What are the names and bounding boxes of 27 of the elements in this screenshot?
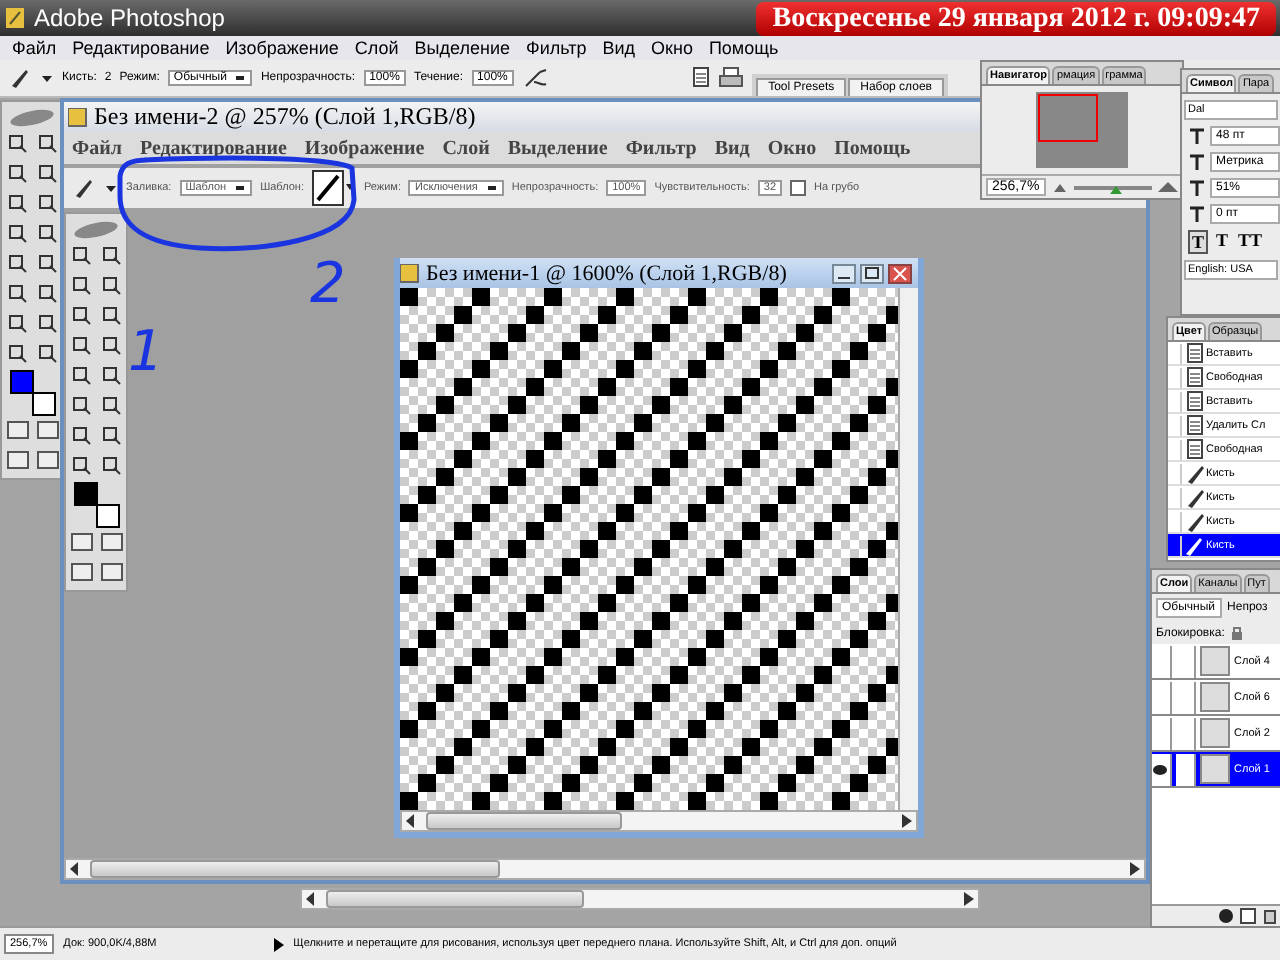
- window-title: Adobe Photoshop: [34, 4, 227, 32]
- menu-item[interactable]: Окно: [651, 38, 693, 58]
- menu-item[interactable]: Фильтр: [625, 137, 697, 159]
- menu-item[interactable]: Файл: [72, 137, 122, 159]
- menu-item[interactable]: Помощь: [708, 38, 779, 58]
- style-toggle[interactable]: T: [1188, 230, 1209, 254]
- menu-item[interactable]: Выделение: [414, 38, 510, 58]
- menu-item[interactable]: Фильтр: [526, 38, 587, 58]
- menu-item[interactable]: Изображение: [225, 38, 339, 58]
- menu-item[interactable]: Изображение: [304, 137, 425, 159]
- menu-item[interactable]: Помощь: [834, 137, 911, 159]
- handwritten-number: 1: [128, 324, 164, 380]
- menu-item[interactable]: Редактирование: [72, 38, 210, 58]
- menu-item[interactable]: Вид: [602, 38, 636, 58]
- handwritten-number: 2: [310, 256, 346, 312]
- menu-item[interactable]: Слой: [354, 38, 399, 58]
- style-toggle[interactable]: TT: [1236, 230, 1265, 254]
- menu-item[interactable]: Редактирование: [139, 137, 287, 159]
- window-title: Без имени-2 @ 257% (Слой 1,RGB/8): [94, 102, 476, 132]
- menu-item[interactable]: Вид: [714, 137, 750, 159]
- clock-banner: Воскресенье 29 января 2012 г. 09:09:47: [756, 1, 1276, 35]
- menu-item[interactable]: Окно: [767, 137, 817, 159]
- menu-item[interactable]: Файл: [12, 38, 57, 58]
- menu-item[interactable]: Слой: [442, 137, 490, 159]
- document-title: Без имени-1 @ 1600% (Слой 1,RGB/8): [426, 261, 787, 285]
- style-toggle[interactable]: T: [1214, 230, 1231, 254]
- menu-item[interactable]: Выделение: [507, 137, 608, 159]
